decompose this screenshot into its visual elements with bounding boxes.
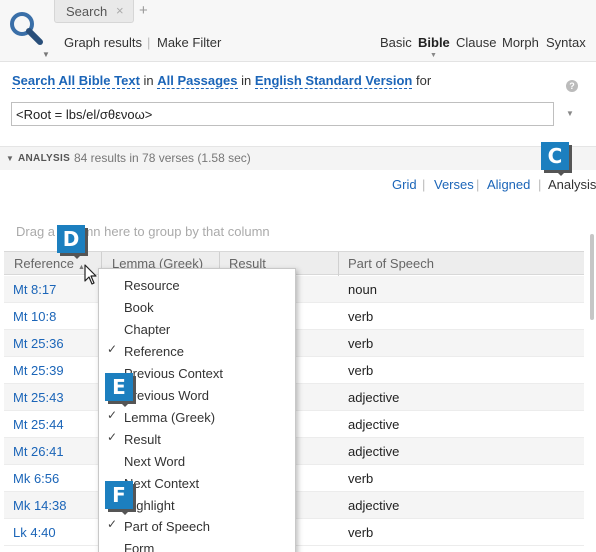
reference-link[interactable]: Mt 26:41: [13, 444, 64, 459]
view-separator: |: [476, 177, 480, 192]
part-of-speech-cell: noun: [348, 282, 377, 297]
callout-e: E: [105, 373, 133, 407]
menu-item[interactable]: Form: [99, 537, 295, 552]
menu-item[interactable]: Book: [99, 296, 295, 318]
mouse-cursor-icon: [84, 264, 97, 285]
mode-morph[interactable]: Morph: [502, 35, 539, 50]
toolbar-separator: |: [147, 35, 151, 50]
query-description: Search All Bible Text in All Passages in…: [12, 73, 432, 89]
column-header-part-of-speech[interactable]: Part of Speech: [348, 256, 434, 271]
menu-item[interactable]: ✓ Part of Speech: [99, 515, 295, 537]
view-grid[interactable]: Grid: [392, 177, 417, 192]
reference-link[interactable]: Mt 25:36: [13, 336, 64, 351]
search-scope-link[interactable]: Search All Bible Text: [12, 73, 140, 89]
column-header-reference[interactable]: Reference: [14, 256, 74, 271]
reference-link[interactable]: Mt 8:17: [13, 282, 56, 297]
analysis-section-header[interactable]: ▼ ANALYSIS 84 results in 78 verses (1.58…: [0, 146, 596, 170]
tab-search-label: Search: [66, 4, 108, 19]
menu-item[interactable]: ✓ Lemma (Greek): [99, 406, 295, 428]
view-analysis[interactable]: Analysis: [548, 177, 596, 192]
menu-item[interactable]: Resource: [99, 274, 295, 296]
tab-search[interactable]: Search ×: [54, 0, 134, 23]
part-of-speech-cell: verb: [348, 363, 374, 378]
part-of-speech-cell: adjective: [348, 390, 400, 405]
mode-syntax[interactable]: Syntax: [546, 35, 586, 50]
part-of-speech-cell: adjective: [348, 498, 400, 513]
part-of-speech-cell: verb: [348, 336, 374, 351]
results-count: 84 results in 78 verses (1.58 sec): [74, 151, 251, 165]
reference-link[interactable]: Mt 10:8: [13, 309, 56, 324]
mode-clause[interactable]: Clause: [456, 35, 496, 50]
part-of-speech-cell: verb: [348, 309, 374, 324]
check-icon: ✓: [107, 342, 118, 356]
search-icon[interactable]: [8, 10, 44, 46]
reference-link[interactable]: Mk 6:56: [13, 471, 59, 486]
reference-link[interactable]: Lk 4:40: [13, 525, 56, 540]
part-of-speech-cell: adjective: [348, 444, 400, 459]
query-history-dropdown-icon[interactable]: ▼: [566, 109, 574, 118]
mode-bible[interactable]: Bible: [418, 35, 450, 50]
menu-item[interactable]: ✓ Reference: [99, 340, 295, 362]
analysis-title: ANALYSIS: [18, 153, 71, 164]
part-of-speech-cell: verb: [348, 471, 374, 486]
version-link[interactable]: English Standard Version: [254, 73, 413, 89]
search-menu-arrow-icon[interactable]: ▼: [42, 50, 50, 59]
check-icon: ✓: [107, 408, 118, 422]
vertical-scrollbar[interactable]: [590, 234, 594, 320]
tab-close-icon[interactable]: ×: [116, 3, 124, 18]
part-of-speech-cell: verb: [348, 525, 374, 540]
check-icon: ✓: [107, 517, 118, 531]
search-query-input[interactable]: [11, 102, 554, 126]
menu-item[interactable]: Chapter: [99, 318, 295, 340]
add-tab-icon[interactable]: +: [139, 2, 148, 19]
active-mode-indicator-icon: ▼: [430, 52, 437, 59]
mode-basic[interactable]: Basic: [380, 35, 412, 50]
part-of-speech-cell: adjective: [348, 417, 400, 432]
menu-item[interactable]: ✓ Result: [99, 428, 295, 450]
make-filter-button[interactable]: Make Filter: [157, 35, 221, 50]
collapse-arrow-icon[interactable]: ▼: [6, 154, 14, 163]
column-divider[interactable]: [338, 252, 339, 276]
view-aligned[interactable]: Aligned: [487, 177, 530, 192]
check-icon: ✓: [107, 430, 118, 444]
view-separator: |: [538, 177, 542, 192]
callout-c: C: [541, 142, 569, 176]
reference-link[interactable]: Mt 25:39: [13, 363, 64, 378]
help-icon[interactable]: ?: [566, 80, 578, 92]
view-verses[interactable]: Verses: [434, 177, 474, 192]
reference-link[interactable]: Mk 14:38: [13, 498, 66, 513]
callout-f: F: [105, 481, 133, 515]
reference-link[interactable]: Mt 25:44: [13, 417, 64, 432]
search-panel-header: ▼ Search × + Graph results | Make Filter…: [0, 0, 596, 62]
reference-link[interactable]: Mt 25:43: [13, 390, 64, 405]
menu-item[interactable]: Next Word: [99, 450, 295, 472]
callout-d: D: [57, 225, 85, 259]
graph-results-button[interactable]: Graph results: [64, 35, 142, 50]
group-by-drop-zone[interactable]: Drag a column here to group by that colu…: [16, 224, 270, 239]
view-separator: |: [422, 177, 426, 192]
passages-link[interactable]: All Passages: [157, 73, 238, 89]
